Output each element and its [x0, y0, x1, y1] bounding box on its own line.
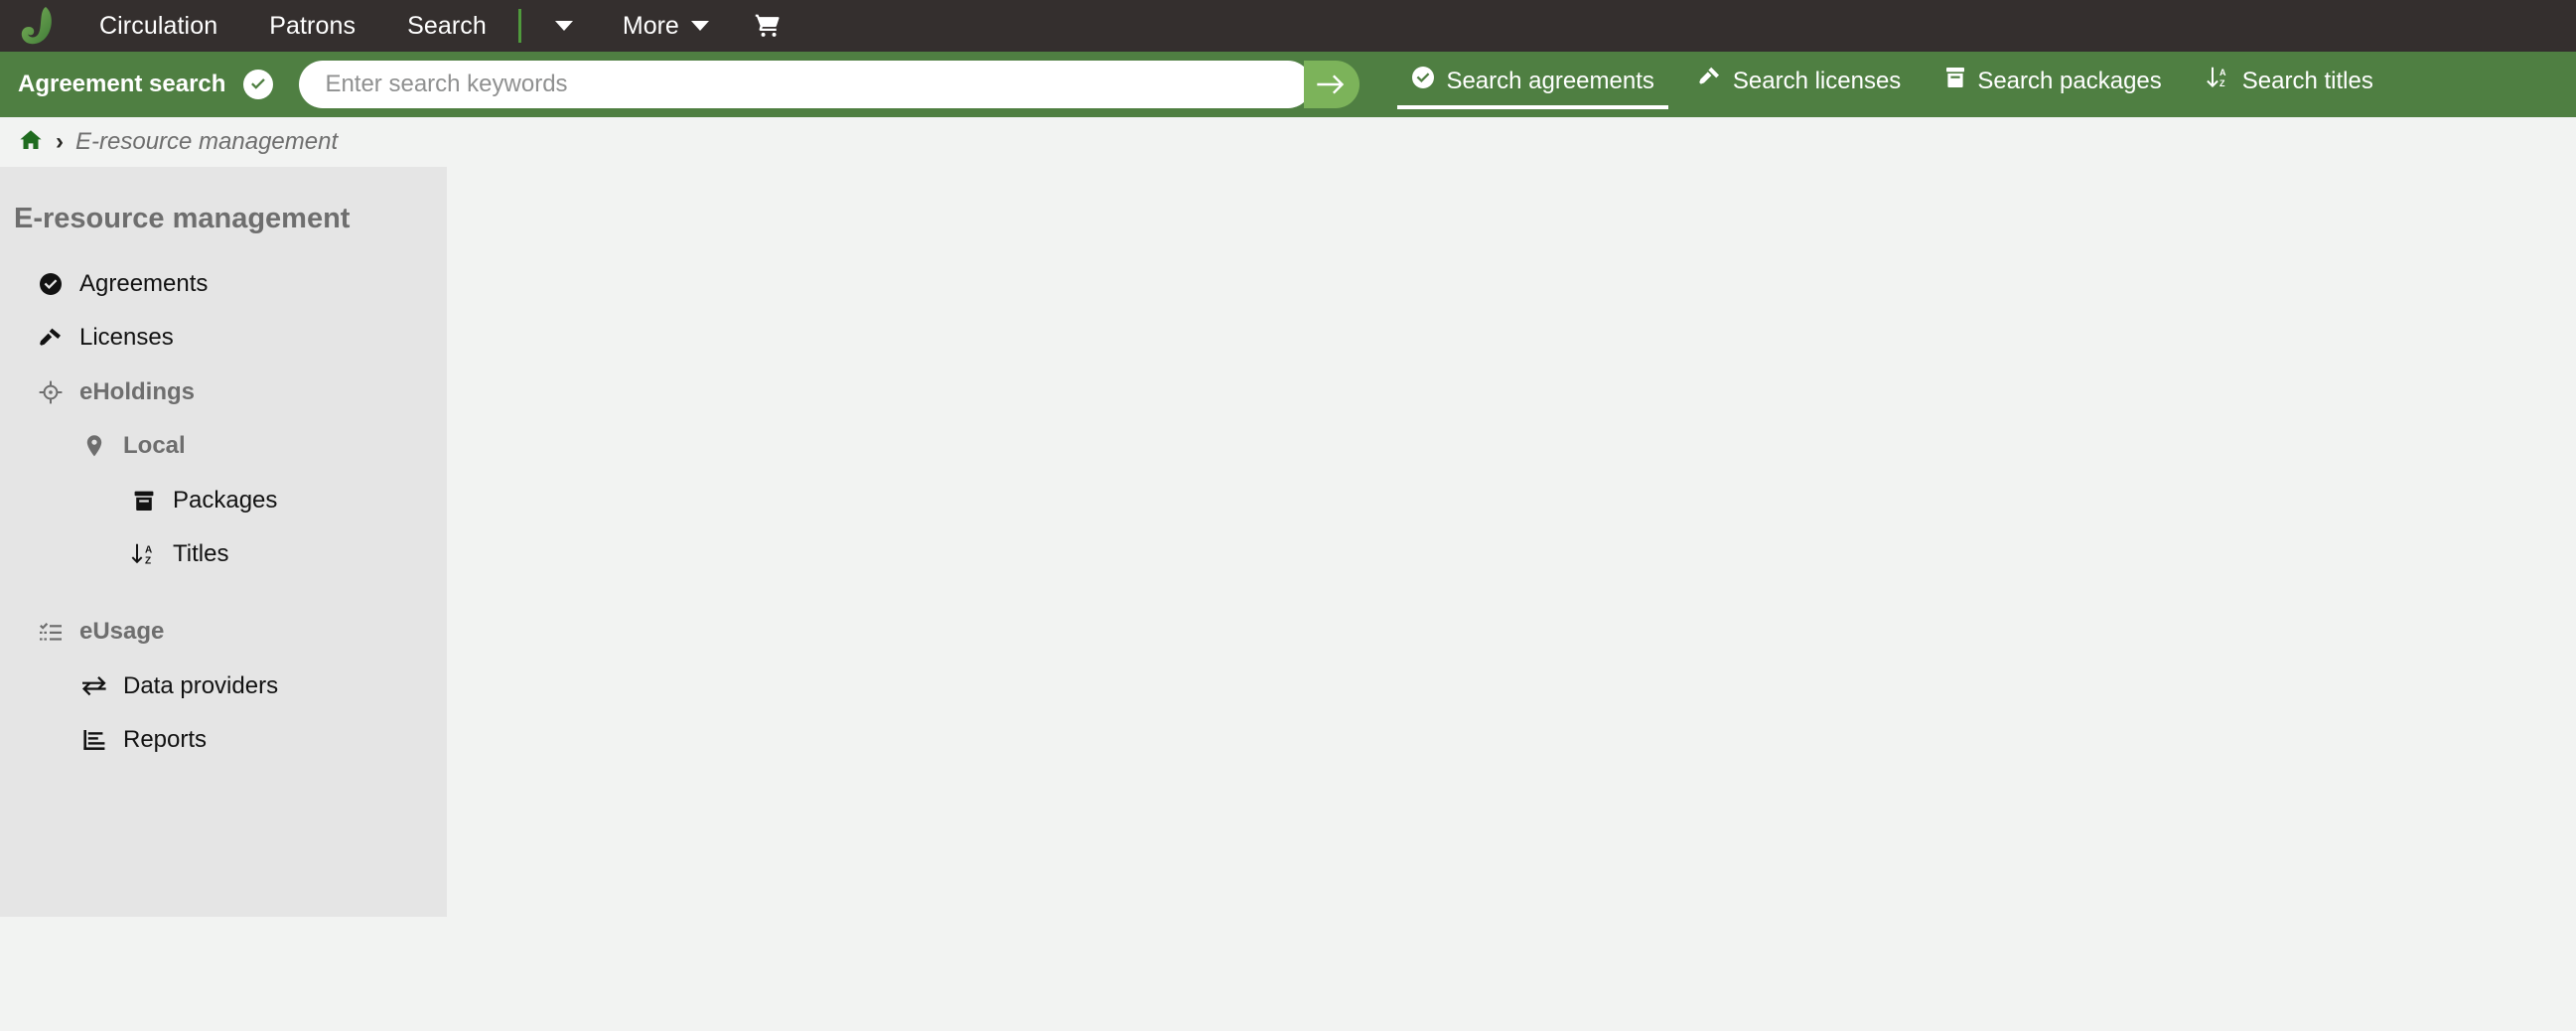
sidebar-item-reports[interactable]: Reports: [0, 713, 447, 767]
tab-search-titles[interactable]: A Z Search titles: [2192, 60, 2387, 109]
nav-more-label: More: [622, 11, 679, 40]
chevron-down-icon: [690, 21, 709, 31]
sidebar-item-licenses[interactable]: Licenses: [0, 311, 447, 365]
gavel-icon: [1698, 66, 1722, 96]
bar-chart-icon: [81, 728, 107, 752]
sidebar-item-packages[interactable]: Packages: [0, 474, 447, 527]
tab-label: Search licenses: [1732, 67, 1902, 94]
nav-search[interactable]: Search: [381, 0, 512, 52]
sort-alpha-down-icon: A Z: [131, 542, 157, 566]
chevron-down-icon: [554, 21, 573, 31]
tab-search-packages[interactable]: Search packages: [1931, 60, 2175, 109]
check-circle-icon: [38, 272, 64, 296]
sidebar-item-data-providers[interactable]: Data providers: [0, 660, 447, 713]
page-body: E-resource management Agreements License…: [0, 167, 2576, 1031]
checklist-icon: [38, 622, 64, 644]
sidebar-item-label: Reports: [123, 726, 208, 754]
nav-circulation[interactable]: Circulation: [73, 0, 243, 52]
svg-text:Z: Z: [2219, 78, 2225, 88]
sidebar-item-label: eHoldings: [79, 377, 196, 405]
sidebar-item-titles[interactable]: A Z Titles: [0, 527, 447, 581]
gavel-icon: [38, 327, 64, 351]
folio-leaf-logo[interactable]: [14, 4, 58, 48]
shopping-cart-button[interactable]: [731, 0, 804, 52]
agreement-search-bar: Agreement search Search agreements: [0, 52, 2576, 117]
sidebar-item-label: Local: [123, 432, 186, 460]
check-circle-icon: [243, 70, 274, 99]
sidebar-item-agreements[interactable]: Agreements: [0, 257, 447, 311]
search-scope-tabs: Search agreements Search licenses Search…: [1389, 60, 2394, 109]
nav-patrons[interactable]: Patrons: [243, 0, 381, 52]
archive-box-icon: [1944, 66, 1966, 96]
search-scope-text: Agreement search: [18, 71, 226, 97]
arrow-right-icon: [1317, 74, 1345, 94]
check-circle-icon: [1411, 66, 1435, 96]
nav-more-button[interactable]: More: [601, 0, 731, 52]
svg-text:A: A: [145, 545, 152, 556]
sidebar-item-label: Packages: [173, 486, 278, 514]
sidebar-group-eholdings[interactable]: eHoldings: [0, 366, 447, 419]
sidebar-group-local[interactable]: Local: [0, 419, 447, 473]
svg-text:Z: Z: [145, 556, 151, 567]
search-submit-button[interactable]: [1304, 61, 1360, 108]
breadcrumb-separator: ›: [56, 128, 64, 155]
top-navigation-bar: Circulation Patrons Search More: [0, 0, 2576, 52]
sidebar-group-eusage[interactable]: eUsage: [0, 605, 447, 659]
map-pin-icon: [81, 434, 107, 458]
search-input-wrapper[interactable]: [299, 61, 1313, 108]
home-icon[interactable]: [18, 128, 44, 157]
svg-text:A: A: [2219, 68, 2226, 77]
tab-label: Search packages: [1977, 67, 2162, 94]
nav-overflow-button[interactable]: [527, 0, 601, 52]
sidebar-item-label: Data providers: [123, 671, 279, 699]
breadcrumb: › E-resource management: [0, 117, 2576, 167]
sidebar-title: E-resource management: [14, 203, 351, 234]
breadcrumb-current: E-resource management: [75, 128, 339, 155]
search-scope-label[interactable]: Agreement search: [0, 52, 299, 117]
crosshairs-icon: [38, 380, 64, 404]
tab-label: Search titles: [2241, 67, 2373, 94]
archive-box-icon: [131, 489, 157, 513]
sort-alpha-down-icon: A Z: [2206, 66, 2231, 96]
sidebar-item-label: eUsage: [79, 618, 165, 646]
tab-label: Search agreements: [1446, 67, 1654, 94]
sidebar-item-label: Titles: [173, 539, 229, 567]
search-input[interactable]: [323, 70, 1289, 99]
tab-search-agreements[interactable]: Search agreements: [1397, 60, 1668, 109]
sidebar-item-label: Agreements: [79, 270, 209, 297]
exchange-arrows-icon: [81, 675, 107, 697]
e-resource-sidebar: E-resource management Agreements License…: [0, 167, 447, 917]
nav-divider: [517, 9, 521, 43]
main-content-area: [447, 167, 2576, 1031]
tab-search-licenses[interactable]: Search licenses: [1684, 60, 1915, 109]
sidebar-item-label: Licenses: [79, 324, 174, 352]
shopping-cart-icon: [755, 14, 780, 37]
